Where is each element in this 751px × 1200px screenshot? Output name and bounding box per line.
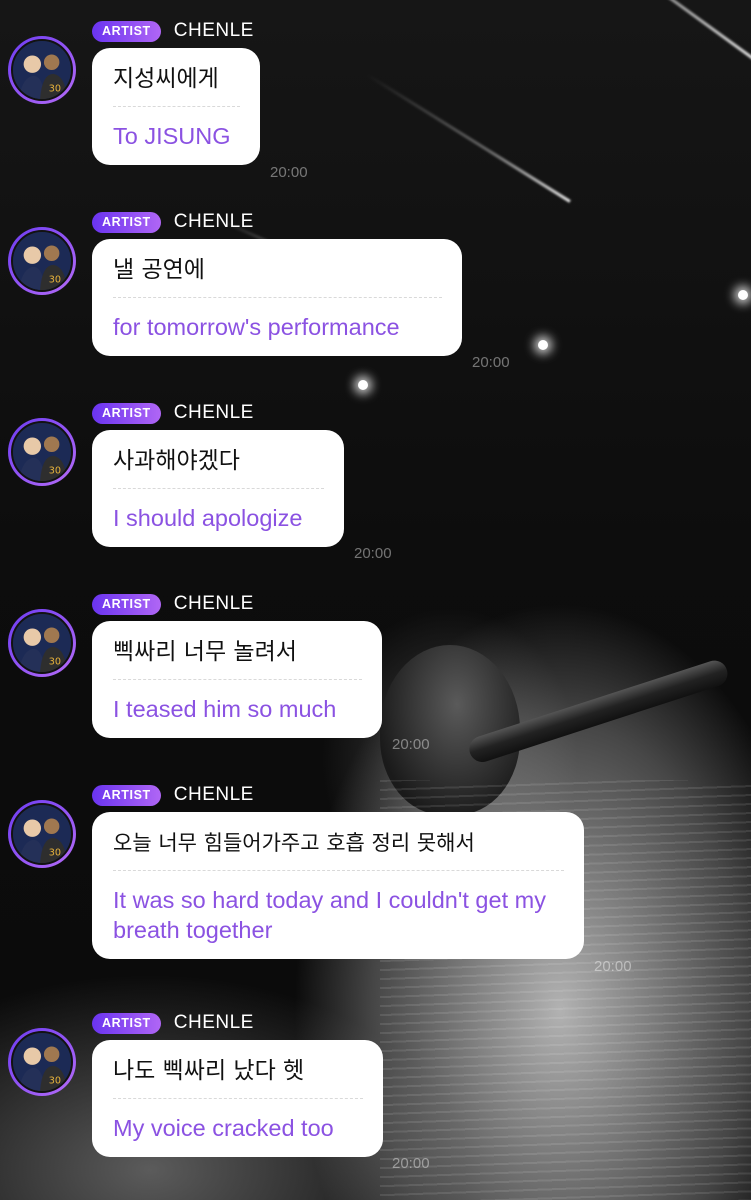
artist-avatar-icon[interactable]: 30 <box>8 609 76 677</box>
artist-badge: ARTIST <box>92 211 161 233</box>
sender-name: CHENLE <box>173 784 254 805</box>
message-time: 20:00 <box>472 354 510 371</box>
sender-name: CHENLE <box>173 211 254 232</box>
message-bubble[interactable]: 오늘 너무 힘들어가주고 호흡 정리 못해서 It was so hard to… <box>92 812 584 959</box>
artist-badge: ARTIST <box>92 593 161 615</box>
message-header: ARTIST CHENLE <box>92 591 254 617</box>
message-header: ARTIST CHENLE <box>92 18 254 44</box>
translated-text: for tomorrow's performance <box>113 314 400 340</box>
translated-text: I should apologize <box>113 505 303 531</box>
translated-text: My voice cracked too <box>113 1115 334 1141</box>
message-header: ARTIST CHENLE <box>92 400 254 426</box>
translated-text: I teased him so much <box>113 696 337 722</box>
avatar-photo: 30 <box>13 423 71 481</box>
message-header: ARTIST CHENLE <box>92 782 254 808</box>
artist-badge: ARTIST <box>92 402 161 424</box>
avatar-photo: 30 <box>13 1033 71 1091</box>
original-text: 지성씨에게 <box>113 66 219 92</box>
message-bubble[interactable]: 나도 삑싸리 났다 헷 My voice cracked too <box>92 1040 383 1157</box>
translation-divider <box>113 870 564 871</box>
message-header: ARTIST CHENLE <box>92 1010 254 1036</box>
avatar-photo: 30 <box>13 805 71 863</box>
artist-avatar-icon[interactable]: 30 <box>8 227 76 295</box>
artist-avatar-icon[interactable]: 30 <box>8 418 76 486</box>
svg-text:30: 30 <box>49 847 61 858</box>
svg-text:30: 30 <box>49 274 61 285</box>
translation-divider <box>113 679 362 680</box>
sender-name: CHENLE <box>173 20 254 41</box>
translated-text: To JISUNG <box>113 123 231 149</box>
svg-text:30: 30 <box>49 83 61 94</box>
artist-badge: ARTIST <box>92 784 161 806</box>
translation-divider <box>113 297 442 298</box>
artist-avatar-icon[interactable]: 30 <box>8 800 76 868</box>
message-header: ARTIST CHENLE <box>92 209 254 235</box>
avatar-photo: 30 <box>13 41 71 99</box>
message-time: 20:00 <box>392 736 430 753</box>
sender-name: CHENLE <box>173 593 254 614</box>
translation-divider <box>113 1098 363 1099</box>
message-bubble[interactable]: 사과해야겠다 I should apologize <box>92 430 344 547</box>
chat-feed[interactable]: 30 ARTIST CHENLE 지성씨에게 To JISUNG 20:00 3… <box>0 0 751 1200</box>
translation-divider <box>113 488 324 489</box>
translated-text: It was so hard today and I couldn't get … <box>113 887 546 943</box>
artist-avatar-icon[interactable]: 30 <box>8 1028 76 1096</box>
avatar-photo: 30 <box>13 614 71 672</box>
original-text: 나도 삑싸리 났다 헷 <box>113 1058 305 1084</box>
artist-badge: ARTIST <box>92 20 161 42</box>
message-bubble[interactable]: 낼 공연에 for tomorrow's performance <box>92 239 462 356</box>
message-time: 20:00 <box>392 1155 430 1172</box>
svg-text:30: 30 <box>49 465 61 476</box>
svg-text:30: 30 <box>49 1075 61 1086</box>
avatar-photo: 30 <box>13 232 71 290</box>
sender-name: CHENLE <box>173 1012 254 1033</box>
sender-name: CHENLE <box>173 402 254 423</box>
message-time: 20:00 <box>354 545 392 562</box>
original-text: 사과해야겠다 <box>113 448 240 474</box>
artist-avatar-icon[interactable]: 30 <box>8 36 76 104</box>
message-time: 20:00 <box>594 958 632 975</box>
message-time: 20:00 <box>270 164 308 181</box>
message-bubble[interactable]: 지성씨에게 To JISUNG <box>92 48 260 165</box>
original-text: 낼 공연에 <box>113 257 205 283</box>
svg-text:30: 30 <box>49 656 61 667</box>
message-bubble[interactable]: 삑싸리 너무 놀려서 I teased him so much <box>92 621 382 738</box>
original-text: 오늘 너무 힘들어가주고 호흡 정리 못해서 <box>113 831 475 855</box>
artist-badge: ARTIST <box>92 1012 161 1034</box>
translation-divider <box>113 106 240 107</box>
original-text: 삑싸리 너무 놀려서 <box>113 639 297 665</box>
